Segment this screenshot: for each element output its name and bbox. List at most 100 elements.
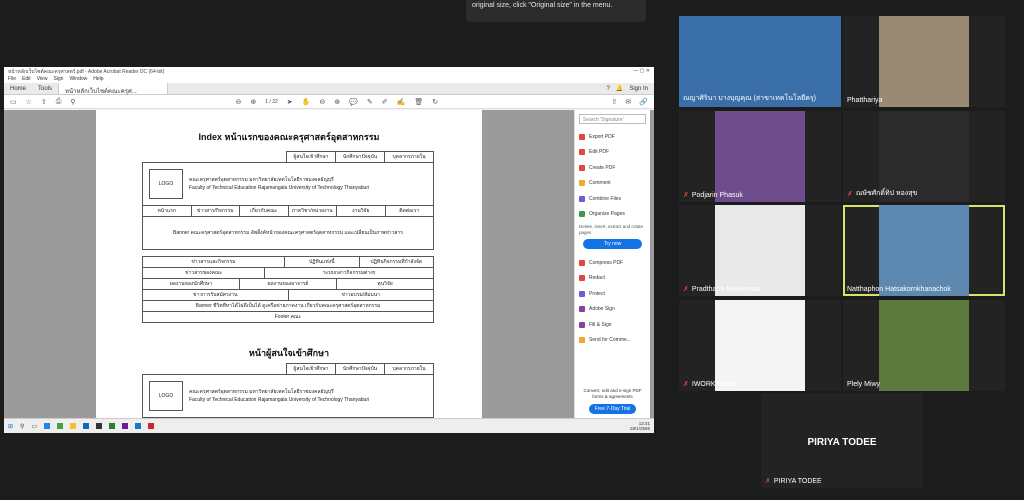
tab-tools[interactable]: Tools <box>32 83 58 94</box>
nav-about: เกี่ยวกับคณะ <box>239 206 288 216</box>
windows-taskbar: ⊞ ⚲ ▭ 13:41 28/1/2565 <box>4 418 654 433</box>
tool-icon <box>579 321 585 328</box>
sign-icon[interactable]: ✍ <box>397 98 406 106</box>
tool-combine-files[interactable]: Combine Files <box>579 191 646 207</box>
faculty-name-en: Faculty of Technical Education Rajamanga… <box>189 185 370 191</box>
menu-bar: File Edit View Sign Window Help <box>4 76 654 83</box>
comment-icon[interactable]: 💬 <box>349 98 358 106</box>
participant-tile[interactable]: ✗ ณษัชศักดิ์ทิป หองสุข <box>843 111 1005 202</box>
explorer-icon[interactable] <box>70 423 77 429</box>
highlight-icon[interactable]: ✐ <box>382 98 388 106</box>
hand-icon[interactable]: ✋ <box>302 98 311 106</box>
participant-tile[interactable]: Plely Miwy <box>843 300 1005 391</box>
document-area[interactable]: Index หน้าแรกของคณะครุศาสตร์อุตสาหกรรม ผ… <box>4 110 654 418</box>
chrome-icon[interactable] <box>57 423 64 429</box>
speaker-tile[interactable]: PIRIYA TODEE ✗ PIRIYA TODEE <box>761 393 923 488</box>
prev-page-icon[interactable]: ⊖ <box>236 98 242 106</box>
zoom-out-icon[interactable]: ⊖ <box>319 98 325 106</box>
tool-fill-sign[interactable]: Fill & Sign <box>579 317 646 333</box>
faculty-name-th: คณะครุศาสตร์อุตสาหกรรม มหาวิทยาลัยเทคโนโ… <box>189 177 334 183</box>
tool-organize-pages[interactable]: Organize Pages <box>579 207 646 223</box>
bell-icon[interactable]: 🔔 <box>616 85 623 92</box>
participant-tile[interactable]: ✗ Podjarin Phasuk <box>679 111 841 202</box>
help-icon[interactable]: ? <box>606 86 609 92</box>
participant-name: Plely Miwy <box>847 381 881 388</box>
calendar: ปฏิทินแห่งนี้ <box>284 257 359 267</box>
sign-in-button[interactable]: Sign In <box>629 86 648 92</box>
free-trial-button[interactable]: Free 7-Day Trial <box>589 404 636 414</box>
search-icon[interactable]: ⚲ <box>70 98 75 106</box>
participant-tile[interactable]: ณญาศิรินา บางบุญคุณ (สาขาเทคโนโลยีครุ) <box>679 16 841 107</box>
tool-create-pdf[interactable]: Create PDF <box>579 160 646 176</box>
participant-name-label: Natthaphon Hatsakornkhanachok <box>847 286 951 293</box>
link-icon[interactable]: 🔗 <box>639 98 648 106</box>
menu-edit[interactable]: Edit <box>22 76 31 83</box>
tool-edit-pdf[interactable]: Edit PDF <box>579 145 646 161</box>
menu-sign[interactable]: Sign <box>53 76 63 83</box>
menu-window[interactable]: Window <box>69 76 87 83</box>
tool-label: Protect <box>589 290 605 297</box>
zoom-icon[interactable] <box>135 423 142 429</box>
share-icon[interactable]: ⇧ <box>612 98 618 106</box>
tool-icon <box>579 306 585 313</box>
tool-send-for-comme[interactable]: Send for Comme... <box>579 333 646 349</box>
tab-home[interactable]: Home <box>4 83 32 94</box>
tool-icon <box>579 211 585 218</box>
teacher-works: ผลงานของอาจารย์ <box>239 279 336 289</box>
participant-name-label: ณญาศิรินา บางบุญคุณ (สาขาเทคโนโลยีครุ) <box>683 93 816 104</box>
create-icon[interactable]: ▭ <box>10 98 17 106</box>
menu-help[interactable]: Help <box>93 76 103 83</box>
app-icon[interactable] <box>96 423 103 429</box>
tooltip: original size, click "Original size" in … <box>466 0 646 22</box>
tool-redact[interactable]: Redact <box>579 271 646 287</box>
onenote-icon[interactable] <box>122 423 129 429</box>
upload-icon[interactable]: ⇪ <box>41 98 47 106</box>
tools-search-input[interactable]: Search 'Signature' <box>579 114 646 124</box>
tool-protect[interactable]: Protect <box>579 286 646 302</box>
participant-name: Phatthariya <box>847 97 883 104</box>
tool-adobe-sign[interactable]: Adobe Sign <box>579 302 646 318</box>
tool-comment[interactable]: Comment <box>579 176 646 192</box>
taskbar-search-icon[interactable]: ⚲ <box>20 423 24 430</box>
window-controls[interactable]: — ▢ ✕ <box>633 68 650 75</box>
delete-icon[interactable]: 🗑 <box>414 98 423 106</box>
print-icon[interactable]: ⎙ <box>56 98 62 106</box>
tab-bar: Home Tools หน้าหลักเว็บไซต์คณะครุศ... ? … <box>4 83 654 95</box>
edge-icon[interactable] <box>44 423 51 429</box>
mail-icon[interactable]: ✉ <box>625 98 631 106</box>
menu-file[interactable]: File <box>8 76 16 83</box>
participant-name: IWORK Rmutt <box>691 380 737 388</box>
participant-tile[interactable]: Natthaphon Hatsakornkhanachok <box>843 205 1005 296</box>
pdf-page: Index หน้าแรกของคณะครุศาสตร์อุตสาหกรรม ผ… <box>96 110 482 418</box>
speaker-display-name: PIRIYA TODEE <box>807 437 877 448</box>
rotate-icon[interactable]: ↻ <box>432 98 438 106</box>
menu-view[interactable]: View <box>37 76 48 83</box>
link-prospective: ผู้สนใจเข้าศึกษา <box>293 154 329 160</box>
participant-video <box>715 300 805 391</box>
participant-tile[interactable]: ✗ Pradthana Meekrasae <box>679 205 841 296</box>
logo-placeholder-2: LOGO <box>149 381 183 411</box>
news-activities: ข่าวสารและกิจกรรม <box>191 259 236 265</box>
toolbar: ▭ ☆ ⇪ ⎙ ⚲ ⊖ ⊕ 1 / 22 ➤ ✋ ⊖ ⊕ 💬 ✎ ✐ ✍ 🗑 ↻ <box>4 95 654 109</box>
next-page-icon[interactable]: ⊕ <box>250 98 256 106</box>
excel-icon[interactable] <box>109 423 116 429</box>
logo-placeholder: LOGO <box>149 169 183 199</box>
task-view-icon[interactable]: ▭ <box>31 423 37 430</box>
acrobat-icon[interactable] <box>148 423 155 429</box>
participant-tile[interactable]: Phatthariya <box>843 16 1005 107</box>
store-icon[interactable] <box>83 423 90 429</box>
student-works: ผลงานของนักศึกษา <box>169 281 213 287</box>
participant-tile[interactable]: ✗ IWORK Rmutt <box>679 300 841 391</box>
participant-name: Podjarin Phasuk <box>691 191 743 199</box>
pen-icon[interactable]: ✎ <box>367 98 373 106</box>
try-now-button[interactable]: Try now <box>583 239 642 249</box>
participant-name-label: ✗ ณษัชศักดิ์ทิป หองสุข <box>847 188 917 199</box>
pointer-icon[interactable]: ➤ <box>287 98 293 106</box>
tab-document[interactable]: หน้าหลักเว็บไซต์คณะครุศ... <box>58 83 169 95</box>
tool-compress-pdf[interactable]: Compress PDF <box>579 255 646 271</box>
page-indicator[interactable]: 1 / 22 <box>265 99 278 105</box>
zoom-in-icon[interactable]: ⊕ <box>334 98 340 106</box>
windows-start-icon[interactable]: ⊞ <box>8 423 13 430</box>
tool-export-pdf[interactable]: Export PDF <box>579 129 646 145</box>
star-icon[interactable]: ☆ <box>26 98 32 106</box>
